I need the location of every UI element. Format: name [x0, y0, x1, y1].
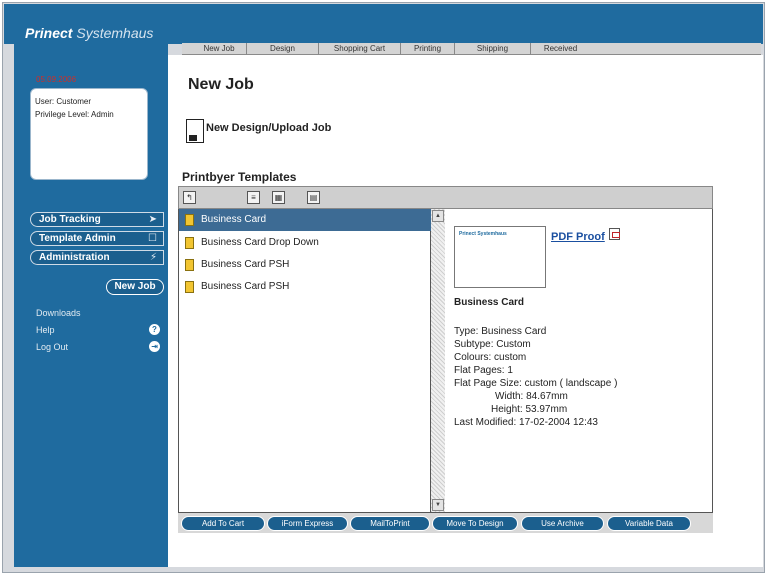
- nav-administration[interactable]: Administration ⚡: [30, 250, 164, 265]
- list-view-icon[interactable]: ≡: [247, 191, 260, 204]
- new-design-upload-link[interactable]: New Design/Upload Job: [186, 115, 386, 149]
- list-item[interactable]: Business Card PSH: [179, 276, 431, 298]
- tab-bar: New Job Design Shopping Cart Printing Sh…: [182, 43, 761, 55]
- app-logo: Prinect Systemhaus: [25, 25, 153, 41]
- item-label: Business Card PSH: [201, 281, 290, 292]
- documents-icon: [185, 281, 199, 298]
- use-archive-button[interactable]: Use Archive: [521, 516, 604, 531]
- template-thumbnail: Prinect Systemhaus: [454, 226, 546, 288]
- document-icon: [185, 214, 194, 226]
- prop-subtype: Subtype: Custom: [454, 339, 531, 350]
- new-design-label: New Design/Upload Job: [206, 122, 332, 134]
- user-line: User: Customer: [35, 97, 92, 106]
- pdf-proof-link[interactable]: PDF Proof: [551, 231, 605, 243]
- arrow-icon: ➤: [148, 214, 157, 225]
- downloads-link[interactable]: Downloads: [36, 308, 81, 318]
- wand-icon: ⚡: [149, 252, 157, 263]
- add-to-cart-button[interactable]: Add To Cart: [181, 516, 265, 531]
- mailtoprint-button[interactable]: MailToPrint: [350, 516, 430, 531]
- tab-printing[interactable]: Printing: [400, 43, 454, 55]
- tab-new-job[interactable]: New Job: [192, 43, 246, 55]
- prop-height: Height: 53.97mm: [491, 404, 568, 415]
- pdf-icon[interactable]: ▤: [307, 191, 320, 204]
- item-label: Business Card Drop Down: [201, 237, 319, 248]
- privilege-line: Privilege Level: Admin: [35, 110, 114, 119]
- scroll-up-icon[interactable]: ▲: [432, 210, 444, 222]
- prop-colours: Colours: custom: [454, 352, 527, 363]
- logo-brand: Prinect: [25, 25, 73, 41]
- tab-received[interactable]: Received: [530, 43, 590, 55]
- nav-label: Job Tracking: [39, 214, 101, 225]
- detail-properties: Type: Business Card Subtype: Custom Colo…: [454, 325, 617, 429]
- prop-type: Type: Business Card: [454, 326, 547, 337]
- grid-view-icon[interactable]: ▦: [272, 191, 285, 204]
- list-scrollbar[interactable]: ▲ ▼: [431, 209, 445, 513]
- templates-title: Printbyer Templates: [182, 170, 297, 184]
- square-icon: ☐: [148, 233, 157, 244]
- tab-design[interactable]: Design: [246, 43, 318, 55]
- detail-title: Business Card: [454, 297, 525, 308]
- date-text: 05.09.2006: [36, 75, 77, 84]
- link-label: Help: [36, 325, 55, 335]
- thumbnail-logo: Prinect Systemhaus: [459, 231, 507, 237]
- floppy-disk-icon: [186, 119, 204, 143]
- folder-up-icon[interactable]: ↰: [183, 191, 196, 204]
- scroll-down-icon[interactable]: ▼: [432, 499, 444, 511]
- prop-flat-pages: Flat Pages: 1: [454, 365, 513, 376]
- logout-link[interactable]: Log Out ⇥: [36, 341, 160, 352]
- new-job-button[interactable]: New Job: [106, 279, 164, 295]
- page-title: New Job: [188, 76, 254, 93]
- pdf-icon[interactable]: [609, 228, 620, 240]
- nav-job-tracking[interactable]: Job Tracking ➤: [30, 212, 164, 227]
- help-link[interactable]: Help?: [36, 324, 160, 335]
- variable-data-button[interactable]: Variable Data: [607, 516, 691, 531]
- iform-express-button[interactable]: iForm Express: [267, 516, 348, 531]
- list-item[interactable]: Business Card Drop Down: [179, 232, 431, 254]
- templates-toolbar: ↰ ≡ ▦ ▤: [178, 186, 713, 209]
- templates-list: Business Card Business Card Drop Down Bu…: [178, 209, 431, 513]
- question-icon: ?: [149, 324, 160, 335]
- prop-width: Width: 84.67mm: [495, 391, 568, 402]
- list-item[interactable]: Business Card: [179, 209, 431, 231]
- prop-last-modified: Last Modified: 17-02-2004 12:43: [454, 417, 598, 428]
- tab-shopping-cart[interactable]: Shopping Cart: [318, 43, 400, 55]
- logout-icon: ⇥: [149, 341, 160, 352]
- document-icon: [185, 237, 194, 249]
- nav-label: Administration: [39, 252, 110, 263]
- nav-template-admin[interactable]: Template Admin ☐: [30, 231, 164, 246]
- move-to-design-button[interactable]: Move To Design: [432, 516, 518, 531]
- item-label: Business Card: [201, 214, 267, 225]
- link-label: Log Out: [36, 342, 69, 352]
- item-label: Business Card PSH: [201, 259, 290, 270]
- tab-shipping[interactable]: Shipping: [454, 43, 530, 55]
- logo-rest: Systemhaus: [72, 25, 154, 41]
- prop-flat-page-size: Flat Page Size: custom ( landscape ): [454, 378, 618, 389]
- link-label: Downloads: [36, 308, 81, 318]
- nav-label: Template Admin: [39, 233, 116, 244]
- documents-icon: [185, 259, 199, 276]
- list-item[interactable]: Business Card PSH: [179, 254, 431, 276]
- user-info-box: User: Customer Privilege Level: Admin: [30, 88, 148, 180]
